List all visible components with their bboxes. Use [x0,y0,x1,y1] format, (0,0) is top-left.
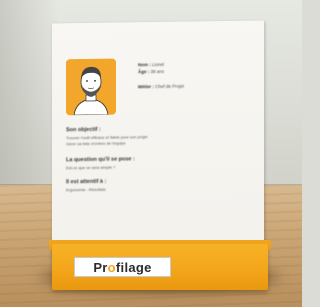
portrait-illustration [66,58,116,116]
photo-scene: Nom : Lionel Âge : 38 ans Métier : Chef … [0,0,302,307]
attention-title: Il est attentif à : [66,178,107,186]
name-label: Nom : [138,62,151,68]
brand-text-start: Pr [93,259,108,275]
question-title: La question qu'il se pose : [66,156,135,164]
job-field: Métier : Chef de Projet [138,84,184,90]
job-label: Métier : [138,84,155,90]
name-value: Lionel [152,61,165,68]
name-field: Nom : Lionel [138,62,164,67]
objective-line-2: Gérer sa liste d'ordres de l'équipe [66,140,126,147]
question-line-1: Est-ce que ce sera simple ? [66,164,116,171]
persona-card: Nom : Lionel Âge : 38 ans Métier : Chef … [52,20,264,260]
age-value: 38 ans [150,68,165,75]
objective-line-1: Trouver l'outil efficace et fiable pour … [66,134,148,141]
brand-label: Pr o filage [74,257,171,277]
brand-text-end: filage [115,259,152,275]
wall-shadow [0,0,60,200]
age-label: Âge : [138,69,150,75]
job-value: Chef de Projet [155,83,185,90]
brand-text-accent: o [107,259,116,275]
orange-stand-base: Pr o filage [52,244,268,290]
objective-title: Son objectif : [66,126,101,134]
man-portrait-icon [66,58,116,116]
age-field: Âge : 38 ans [138,69,164,74]
attention-line-1: Ergonomie - Résultats [66,186,106,193]
